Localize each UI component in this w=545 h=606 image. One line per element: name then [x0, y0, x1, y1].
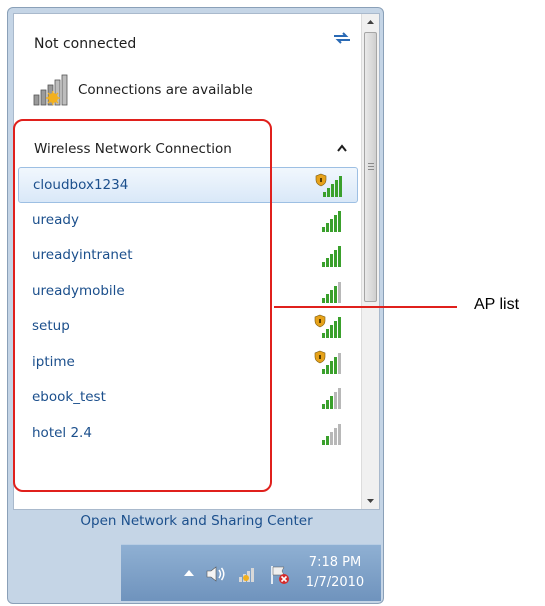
connection-status: Not connected	[34, 36, 137, 52]
wifi-signal-icon	[315, 173, 342, 197]
scroll-up-arrow-icon[interactable]	[362, 14, 379, 31]
chevron-up-icon[interactable]	[336, 143, 348, 153]
ap-list-callout-label: AP list	[474, 296, 520, 313]
wifi-signal-icon	[322, 388, 341, 409]
security-shield-icon	[314, 350, 326, 363]
wifi-signal-icon	[314, 314, 341, 338]
thumb-grip-line	[368, 169, 374, 170]
ap-list-highlight	[13, 119, 272, 492]
callout-line	[274, 306, 457, 308]
scroll-down-arrow-icon[interactable]	[362, 492, 379, 509]
security-shield-icon	[315, 173, 327, 187]
connections-available-label: Connections are available	[78, 82, 253, 98]
wifi-signal-icon	[322, 246, 341, 267]
clock-time: 7:18 PM	[308, 555, 362, 570]
thumb-grip-line	[368, 163, 374, 164]
show-hidden-icons-icon[interactable]	[183, 569, 195, 577]
volume-icon[interactable]	[205, 565, 227, 583]
wifi-signal-icon	[322, 281, 341, 303]
wifi-signal-icon	[314, 350, 341, 374]
scroll-thumb[interactable]	[364, 32, 377, 302]
taskbar-tray: 7:18 PM 1/7/2010	[121, 544, 381, 601]
wifi-signal-icon	[322, 423, 341, 445]
refresh-icon[interactable]	[332, 30, 352, 46]
security-shield-icon	[314, 314, 326, 328]
wifi-signal-icon	[322, 210, 341, 232]
scrollbar[interactable]	[361, 14, 379, 509]
open-network-sharing-center-link[interactable]: Open Network and Sharing Center	[8, 513, 385, 529]
action-center-flag-icon[interactable]	[269, 565, 291, 585]
clock-date: 1/7/2010	[305, 575, 365, 590]
network-tray-icon[interactable]	[237, 565, 259, 583]
network-bars-icon	[33, 74, 68, 106]
thumb-grip-line	[368, 166, 374, 167]
taskbar-clock[interactable]: 7:18 PM 1/7/2010	[299, 553, 371, 593]
